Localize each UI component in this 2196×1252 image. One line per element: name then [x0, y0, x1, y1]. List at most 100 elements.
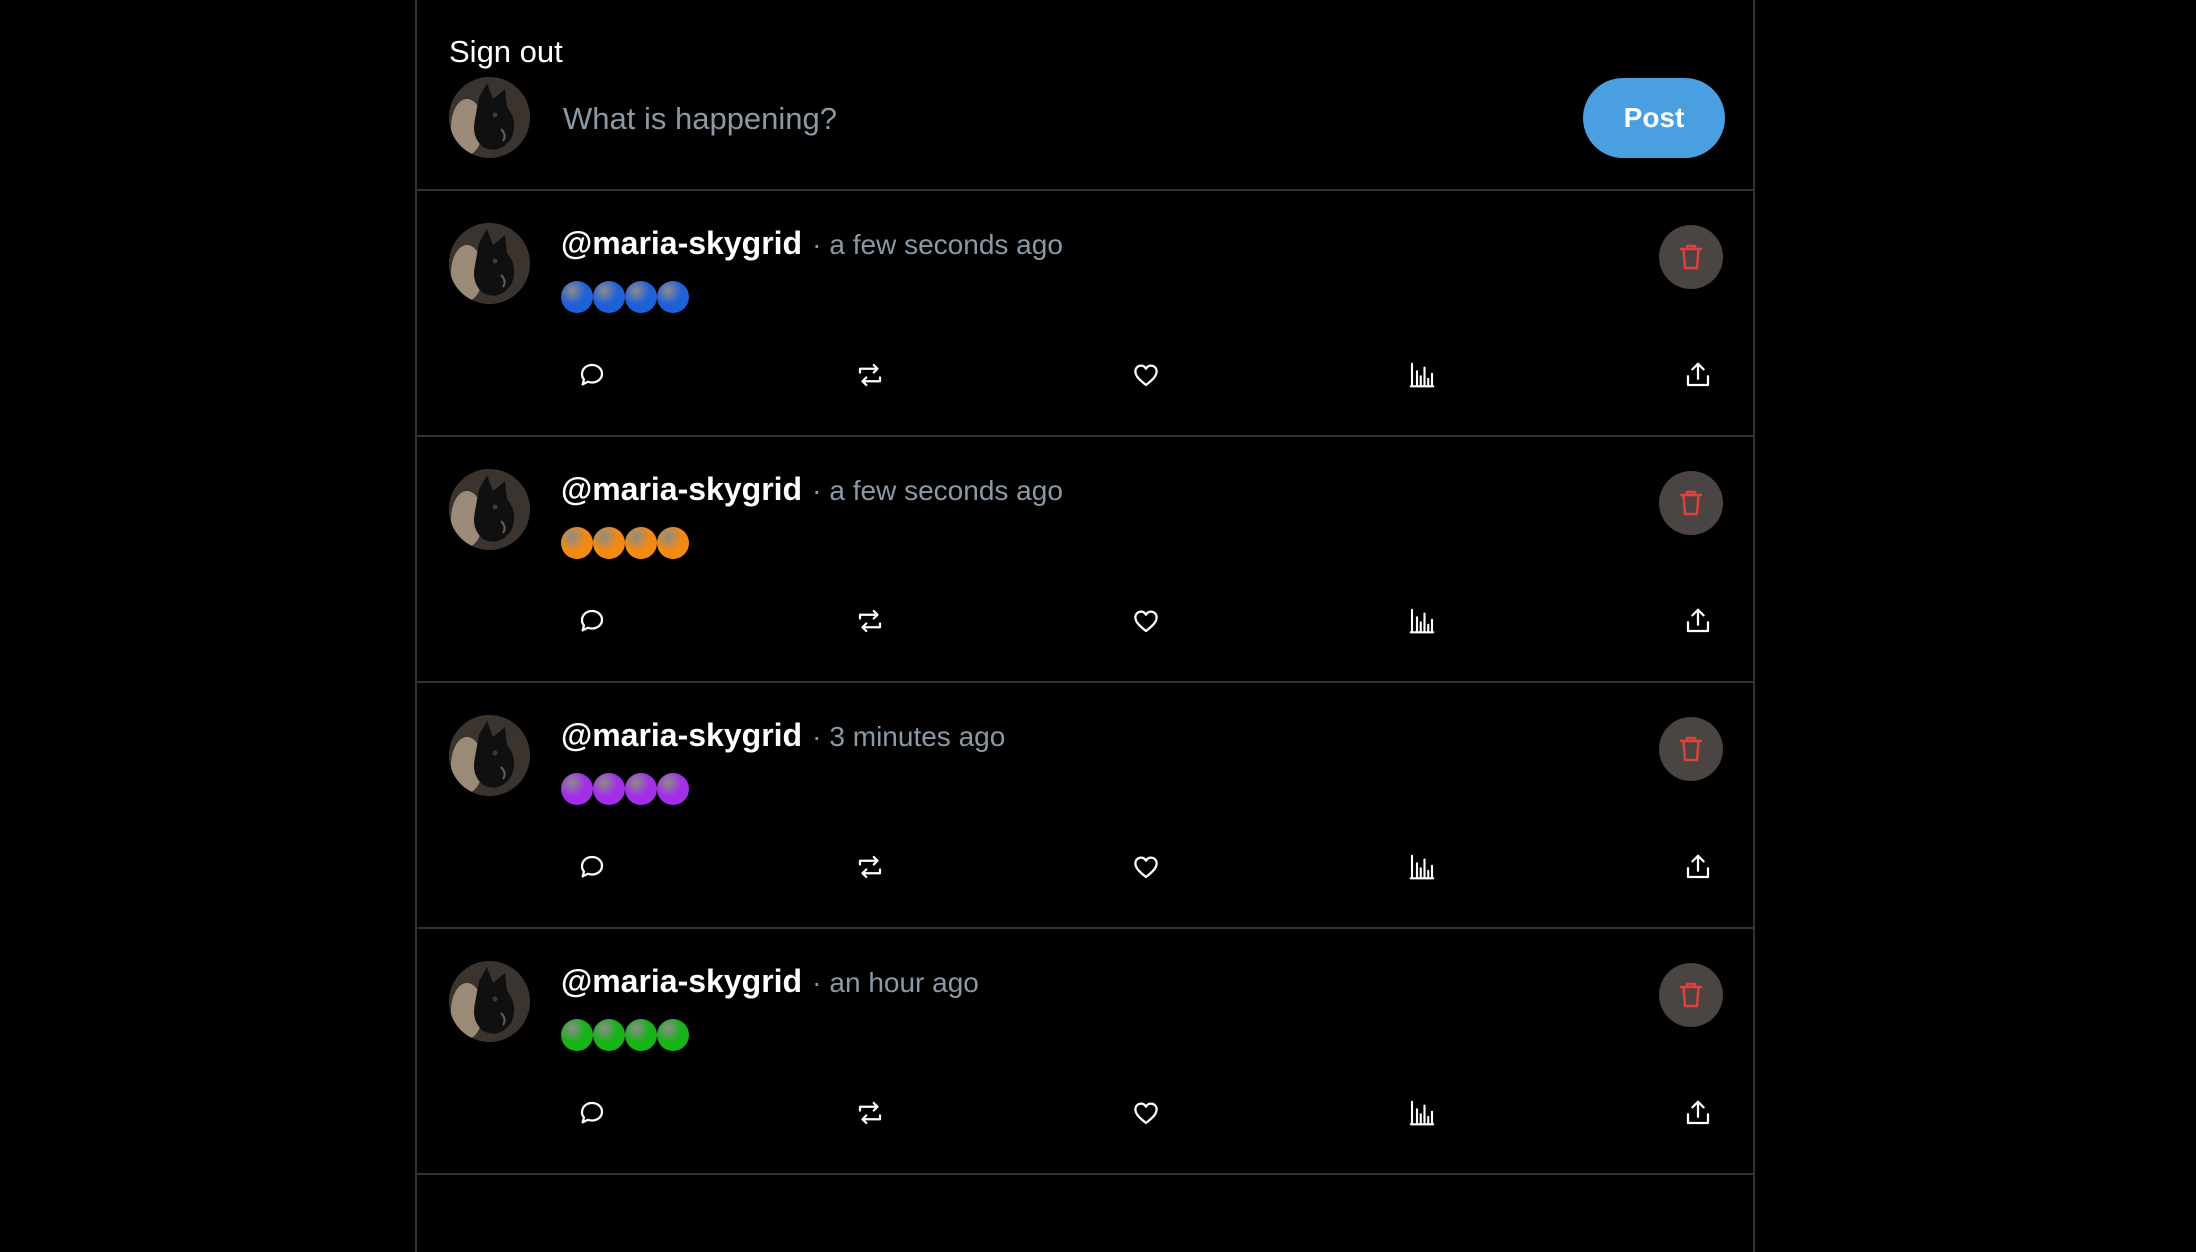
- repost-icon: [858, 609, 882, 633]
- like-button[interactable]: [1126, 1093, 1166, 1133]
- share-icon: [1686, 854, 1710, 879]
- post-timestamp[interactable]: a few seconds ago: [829, 229, 1063, 261]
- delete-button[interactable]: [1659, 471, 1723, 535]
- avatar[interactable]: [449, 715, 530, 796]
- share-button[interactable]: [1678, 601, 1718, 641]
- post-list: @maria-skygrid · a few seconds ago @mari…: [417, 191, 1753, 1175]
- post[interactable]: @maria-skygrid · a few seconds ago: [417, 437, 1753, 683]
- share-button[interactable]: [1678, 1093, 1718, 1133]
- post-actions: [572, 355, 1722, 395]
- emoji-circle: [593, 1019, 625, 1051]
- post-handle[interactable]: @maria-skygrid: [561, 717, 802, 754]
- analytics-icon: [1409, 854, 1435, 880]
- avatar[interactable]: [449, 469, 530, 550]
- analytics-icon: [1409, 608, 1435, 634]
- emoji-circle: [657, 527, 689, 559]
- emoji-circle: [657, 281, 689, 313]
- emoji-circle: [561, 773, 593, 805]
- share-icon: [1686, 362, 1710, 387]
- share-button[interactable]: [1678, 847, 1718, 887]
- reply-button[interactable]: [572, 355, 612, 395]
- reply-button[interactable]: [572, 1093, 612, 1133]
- delete-button[interactable]: [1659, 225, 1723, 289]
- heart-icon: [1134, 856, 1158, 879]
- post-content: [561, 281, 689, 313]
- post-actions: [572, 601, 1722, 641]
- reply-button[interactable]: [572, 847, 612, 887]
- emoji-circle: [625, 527, 657, 559]
- share-icon: [1686, 608, 1710, 633]
- post-handle[interactable]: @maria-skygrid: [561, 471, 802, 508]
- separator: ·: [812, 475, 822, 506]
- compose-input[interactable]: [561, 90, 1465, 148]
- sign-out-link[interactable]: Sign out: [449, 34, 563, 70]
- post-handle[interactable]: @maria-skygrid: [561, 963, 802, 1000]
- analytics-icon: [1409, 362, 1435, 388]
- post-button[interactable]: Post: [1583, 78, 1725, 158]
- post-composer: Sign out Post: [417, 0, 1753, 191]
- separator: ·: [812, 967, 822, 998]
- post-timestamp[interactable]: 3 minutes ago: [829, 721, 1005, 753]
- trash-icon: [1679, 490, 1703, 516]
- post-timestamp[interactable]: a few seconds ago: [829, 475, 1063, 507]
- separator: ·: [812, 229, 822, 260]
- post[interactable]: @maria-skygrid · an hour ago: [417, 929, 1753, 1175]
- post[interactable]: @maria-skygrid · a few seconds ago: [417, 191, 1753, 437]
- timeline-column: Sign out Post @maria-skygrid: [415, 0, 1755, 1252]
- post-header: @maria-skygrid · 3 minutes ago: [561, 717, 1005, 754]
- trash-icon: [1679, 982, 1703, 1008]
- reply-icon: [580, 1101, 604, 1124]
- repost-icon: [858, 363, 882, 387]
- share-button[interactable]: [1678, 355, 1718, 395]
- emoji-circle: [593, 773, 625, 805]
- post-timestamp[interactable]: an hour ago: [829, 967, 978, 999]
- analytics-icon: [1409, 1100, 1435, 1126]
- emoji-circle: [657, 1019, 689, 1051]
- post-handle[interactable]: @maria-skygrid: [561, 225, 802, 262]
- delete-button[interactable]: [1659, 963, 1723, 1027]
- views-button[interactable]: [1402, 1093, 1442, 1133]
- emoji-circle: [561, 527, 593, 559]
- emoji-circle: [657, 773, 689, 805]
- separator: ·: [812, 721, 822, 752]
- share-icon: [1686, 1100, 1710, 1125]
- reply-icon: [580, 855, 604, 878]
- like-button[interactable]: [1126, 355, 1166, 395]
- emoji-circle: [561, 281, 593, 313]
- avatar[interactable]: [449, 223, 530, 304]
- like-button[interactable]: [1126, 601, 1166, 641]
- heart-icon: [1134, 610, 1158, 633]
- views-button[interactable]: [1402, 355, 1442, 395]
- heart-icon: [1134, 364, 1158, 387]
- post-content: [561, 527, 689, 559]
- post-actions: [572, 847, 1722, 887]
- reply-button[interactable]: [572, 601, 612, 641]
- repost-button[interactable]: [850, 847, 890, 887]
- emoji-circle: [593, 281, 625, 313]
- views-button[interactable]: [1402, 847, 1442, 887]
- repost-button[interactable]: [850, 355, 890, 395]
- repost-button[interactable]: [850, 601, 890, 641]
- emoji-circle: [625, 281, 657, 313]
- post[interactable]: @maria-skygrid · 3 minutes ago: [417, 683, 1753, 929]
- repost-icon: [858, 855, 882, 879]
- emoji-circle: [625, 1019, 657, 1051]
- trash-icon: [1679, 736, 1703, 762]
- avatar[interactable]: [449, 77, 530, 158]
- repost-icon: [858, 1101, 882, 1125]
- emoji-circle: [561, 1019, 593, 1051]
- post-content: [561, 773, 689, 805]
- post-content: [561, 1019, 689, 1051]
- post-header: @maria-skygrid · an hour ago: [561, 963, 979, 1000]
- like-button[interactable]: [1126, 847, 1166, 887]
- repost-button[interactable]: [850, 1093, 890, 1133]
- views-button[interactable]: [1402, 601, 1442, 641]
- trash-icon: [1679, 244, 1703, 270]
- post-header: @maria-skygrid · a few seconds ago: [561, 225, 1063, 262]
- reply-icon: [580, 609, 604, 632]
- heart-icon: [1134, 1102, 1158, 1125]
- delete-button[interactable]: [1659, 717, 1723, 781]
- avatar[interactable]: [449, 961, 530, 1042]
- post-header: @maria-skygrid · a few seconds ago: [561, 471, 1063, 508]
- emoji-circle: [593, 527, 625, 559]
